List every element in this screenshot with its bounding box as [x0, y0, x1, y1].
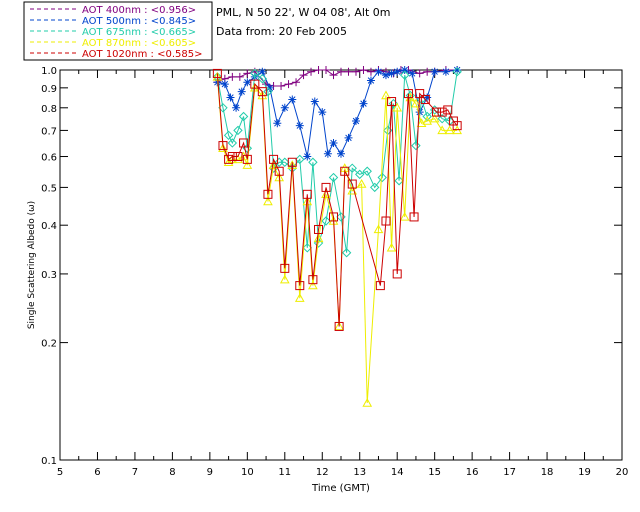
y-tick-label: 0.3 [41, 270, 57, 281]
data-point [232, 103, 241, 112]
site-info: PML, N 50 22', W 04 08', Alt 0m [216, 6, 390, 19]
data-point [323, 149, 332, 158]
data-point [322, 66, 331, 74]
data-point [295, 121, 304, 130]
data-point [226, 93, 235, 102]
x-tick-label: 14 [391, 467, 404, 478]
data-point [228, 72, 237, 81]
data-point [400, 66, 409, 74]
x-tick-label: 13 [353, 467, 366, 478]
chart: AOT 400nm : <0.956>AOT 500nm : <0.845>AO… [23, 1, 629, 494]
y-tick-label: 0.4 [41, 221, 57, 232]
y-tick-label: 0.1 [41, 456, 57, 467]
data-point [393, 67, 402, 76]
data-point [337, 149, 345, 158]
y-tick-label: 0.6 [41, 153, 57, 164]
x-axis: 5 6 7 8 9 10 11 12 13 14 15 16 17 18 19 20 [57, 70, 629, 478]
x-tick-label: 12 [316, 467, 329, 478]
series-line [216, 73, 458, 327]
series-4 [212, 68, 462, 331]
data-point [351, 117, 360, 125]
legend-label: AOT 400nm : <0.956> [82, 5, 196, 16]
data-point [303, 152, 312, 161]
data-point [344, 133, 353, 142]
x-tick-label: 18 [541, 467, 554, 478]
data-point [288, 95, 297, 104]
y-tick-label: 0.2 [41, 339, 57, 350]
data-point [415, 69, 424, 78]
x-tick-label: 20 [616, 467, 629, 478]
series-line [216, 76, 458, 404]
data-point [381, 71, 390, 80]
series-group [212, 66, 462, 407]
legend-label: AOT 1020nm : <0.585> [82, 49, 202, 60]
data-point [318, 108, 327, 117]
x-tick-label: 19 [578, 467, 591, 478]
y-tick-label: 1.0 [41, 66, 57, 77]
x-tick-label: 10 [241, 467, 254, 478]
x-tick-label: 6 [94, 467, 100, 478]
x-tick-label: 15 [428, 467, 441, 478]
data-point [310, 97, 319, 106]
data-point [441, 67, 450, 76]
y-axis: 0.1 0.2 0.3 0.4 0.5 0.6 0.7 0.8 0.9 1.0 [41, 66, 622, 467]
y-tick-label: 0.7 [41, 126, 57, 137]
x-tick-label: 9 [207, 467, 213, 478]
y-tick-label: 0.9 [41, 84, 57, 95]
data-point [344, 67, 353, 76]
data-point [237, 87, 246, 96]
data-point [359, 99, 368, 108]
data-point [284, 80, 293, 89]
data-point [366, 67, 375, 76]
x-tick-label: 7 [132, 467, 138, 478]
data-point [243, 78, 252, 87]
y-axis-label: Single Scattering Albedo (ω) [27, 201, 37, 329]
data-point [374, 67, 383, 76]
data-point [314, 66, 323, 74]
data-point [307, 67, 316, 76]
data-point [329, 138, 338, 147]
x-tick-label: 8 [169, 467, 175, 478]
data-point [387, 69, 396, 78]
data-point [329, 71, 338, 80]
data-point [423, 67, 432, 76]
legend-label: AOT 870nm : <0.605> [82, 38, 196, 49]
legend-label: AOT 675nm : <0.665> [82, 27, 196, 38]
y-tick-label: 0.8 [41, 104, 57, 115]
x-tick-label: 16 [466, 467, 479, 478]
data-point [273, 119, 282, 128]
data-point [337, 67, 345, 76]
data-point [366, 76, 375, 85]
data-point [430, 67, 439, 76]
data-point [277, 81, 286, 90]
legend-label: AOT 500nm : <0.845> [82, 16, 196, 27]
x-axis-label: Time (GMT) [311, 483, 370, 494]
x-tick-label: 5 [57, 467, 63, 478]
x-tick-label: 11 [278, 467, 291, 478]
data-point [351, 67, 360, 76]
data-point [280, 103, 289, 112]
date-info: Data from: 20 Feb 2005 [216, 25, 347, 38]
data-point [359, 66, 368, 74]
data-point [408, 69, 417, 78]
data-point [220, 80, 229, 89]
x-tick-label: 17 [503, 467, 516, 478]
legend: AOT 400nm : <0.956>AOT 500nm : <0.845>AO… [23, 1, 213, 61]
data-point [235, 72, 244, 81]
y-tick-label: 0.5 [41, 183, 57, 194]
